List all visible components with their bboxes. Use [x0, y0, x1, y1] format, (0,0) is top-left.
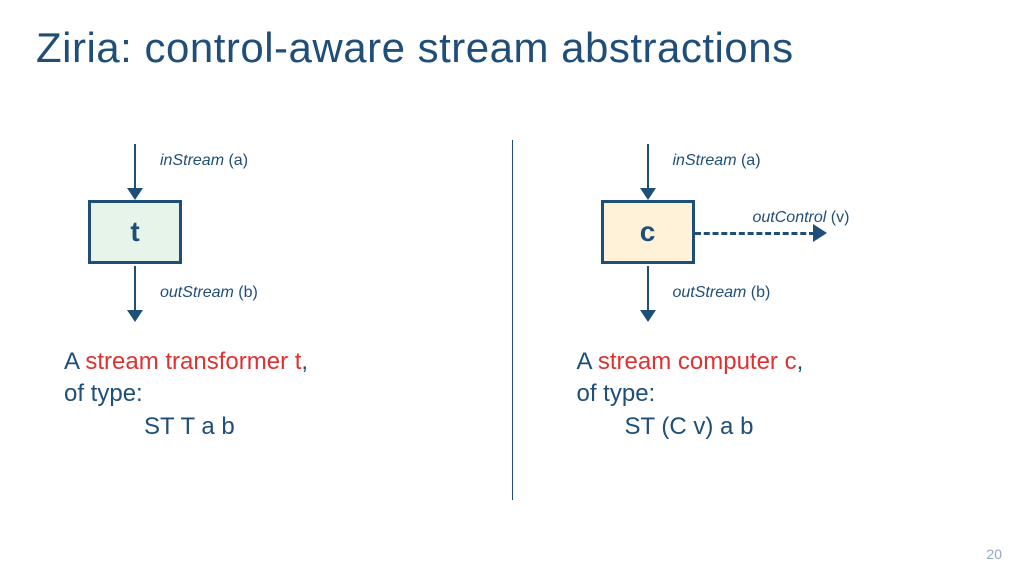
transformer-description: A stream transformer t, of type: ST T a …	[64, 346, 308, 443]
desc-line2: of type:	[64, 378, 308, 410]
desc-type: ST T a b	[144, 411, 308, 443]
out-control-label: outControl (v)	[753, 209, 850, 227]
desc-comma: ,	[301, 348, 308, 375]
left-column: inStream (a) t outStream (b) A stream tr…	[0, 130, 512, 520]
desc-prefix: A	[64, 348, 85, 375]
desc-comma: ,	[797, 348, 804, 375]
out-stream-label-paren: (b)	[234, 284, 258, 301]
arrow-out	[647, 266, 649, 310]
out-stream-label: outStream (b)	[673, 284, 771, 302]
arrow-in-head	[640, 188, 656, 200]
in-stream-label-italic: inStream	[673, 152, 737, 169]
in-stream-label-paren: (a)	[737, 152, 761, 169]
desc-line1: A stream transformer t,	[64, 346, 308, 378]
arrow-in	[134, 144, 136, 188]
transformer-box: t	[88, 200, 182, 264]
out-stream-label: outStream (b)	[160, 284, 258, 302]
desc-line2: of type:	[577, 378, 804, 410]
arrow-out-head	[640, 310, 656, 322]
arrow-in	[647, 144, 649, 188]
in-stream-label: inStream (a)	[673, 152, 761, 170]
transformer-diagram: inStream (a) t outStream (b)	[64, 144, 444, 334]
out-stream-label-italic: outStream	[673, 284, 747, 301]
columns: inStream (a) t outStream (b) A stream tr…	[0, 130, 1024, 520]
out-control-arrow	[695, 232, 815, 235]
slide-title: Ziria: control-aware stream abstractions	[36, 24, 794, 72]
out-stream-label-italic: outStream	[160, 284, 234, 301]
out-stream-label-paren: (b)	[746, 284, 770, 301]
computer-description: A stream computer c, of type: ST (C v) a…	[577, 346, 804, 443]
computer-diagram: inStream (a) c outControl (v) outStream …	[577, 144, 957, 334]
desc-prefix: A	[577, 348, 598, 375]
out-control-label-italic: outControl	[753, 209, 827, 226]
page-number: 20	[986, 546, 1002, 562]
in-stream-label: inStream (a)	[160, 152, 248, 170]
computer-box: c	[601, 200, 695, 264]
desc-red: stream transformer t	[85, 348, 301, 375]
in-stream-label-italic: inStream	[160, 152, 224, 169]
arrow-in-head	[127, 188, 143, 200]
in-stream-label-paren: (a)	[224, 152, 248, 169]
arrow-out	[134, 266, 136, 310]
desc-line1: A stream computer c,	[577, 346, 804, 378]
desc-type: ST (C v) a b	[625, 411, 804, 443]
right-column: inStream (a) c outControl (v) outStream …	[513, 130, 1024, 520]
out-control-label-paren: (v)	[826, 209, 849, 226]
arrow-out-head	[127, 310, 143, 322]
desc-red: stream computer c	[598, 348, 797, 375]
